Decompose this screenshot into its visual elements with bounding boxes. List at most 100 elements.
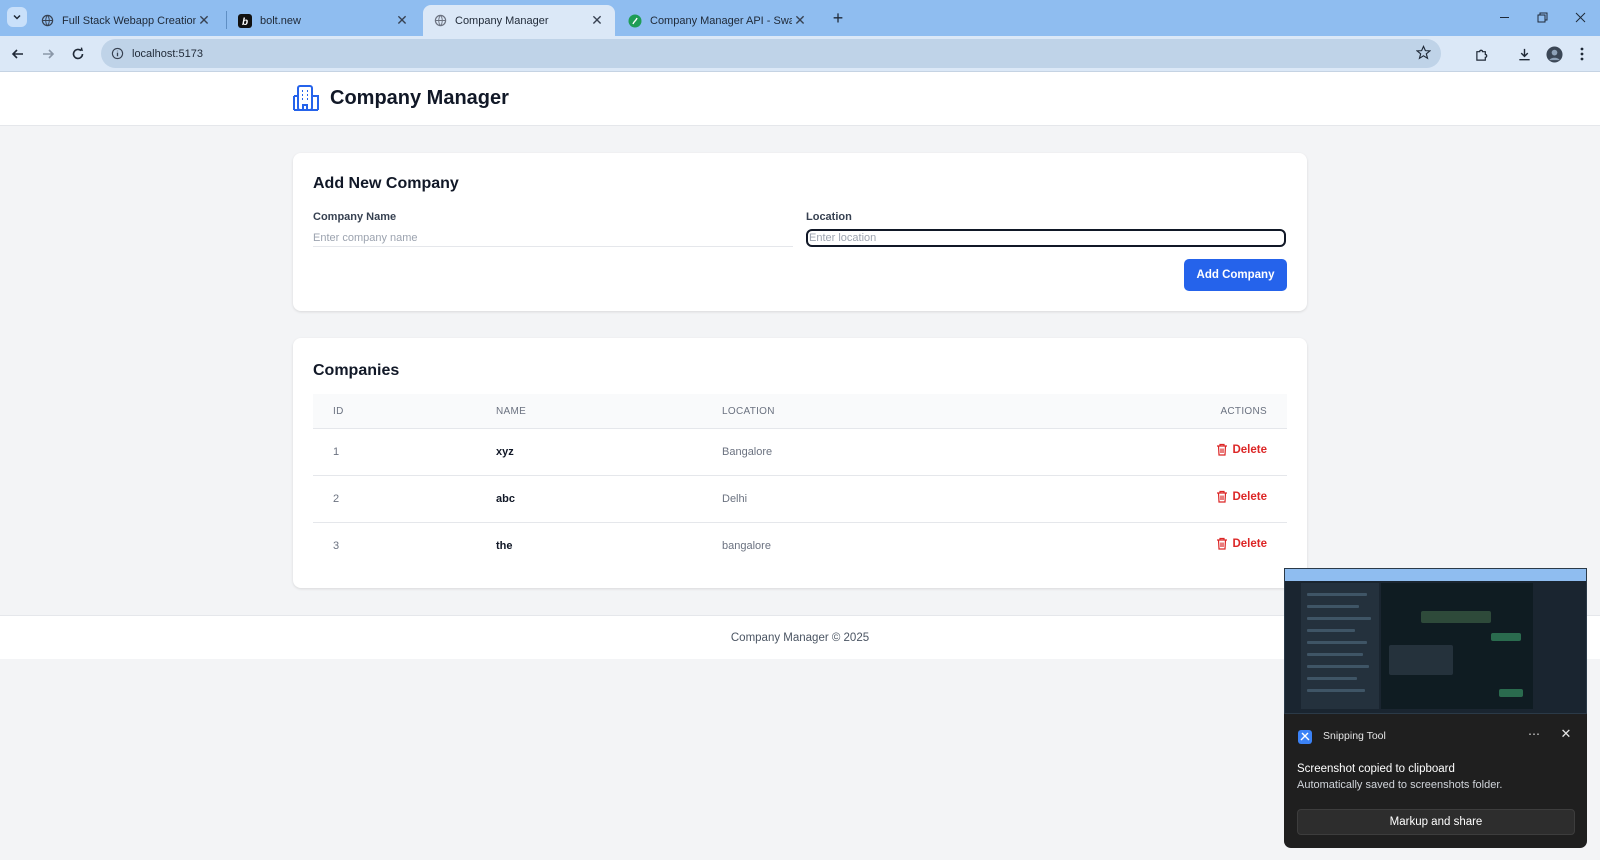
- close-tab-icon[interactable]: ✕: [589, 12, 605, 29]
- form-heading: Add New Company: [313, 175, 459, 192]
- minimize-icon: [1499, 16, 1509, 18]
- new-tab-button[interactable]: +: [828, 8, 848, 28]
- column-header-id: ID: [333, 406, 344, 417]
- tab-full-stack-webapp[interactable]: Full Stack Webapp Creation ✕: [30, 5, 222, 36]
- delete-button[interactable]: Delete: [1216, 490, 1267, 503]
- cell-id: 2: [333, 493, 340, 505]
- cell-location: bangalore: [722, 540, 771, 552]
- tab-swagger[interactable]: Company Manager API - Swagger UI ✕: [618, 5, 818, 36]
- chevron-down-icon: [13, 14, 21, 20]
- tab-search-button[interactable]: [7, 7, 27, 27]
- add-company-card: Add New Company Company Name Location Ad…: [293, 153, 1307, 311]
- close-tab-icon[interactable]: ✕: [196, 12, 212, 29]
- forward-button[interactable]: [37, 43, 59, 65]
- browser-toolbar: localhost:5173: [0, 36, 1600, 72]
- table-row: 2 abc Delhi Delete: [313, 475, 1287, 522]
- snipping-tool-notification: Snipping Tool ⋯ ✕ Screenshot copied to c…: [1284, 714, 1587, 848]
- puzzle-icon: [1475, 49, 1487, 61]
- back-button[interactable]: [7, 43, 29, 65]
- cell-id: 3: [333, 540, 340, 552]
- tab-title: Company Manager: [455, 14, 549, 27]
- table-row: 3 the bangalore Delete: [313, 522, 1287, 569]
- tab-company-manager[interactable]: Company Manager ✕: [423, 5, 615, 36]
- column-header-location: LOCATION: [722, 406, 775, 417]
- notification-title: Screenshot copied to clipboard: [1297, 763, 1455, 775]
- swagger-icon: [628, 14, 642, 28]
- snipping-tool-icon: [1298, 730, 1312, 744]
- avatar-icon: [1545, 45, 1563, 63]
- tab-title: Full Stack Webapp Creation: [62, 14, 196, 27]
- arrow-left-icon: [11, 49, 23, 59]
- tab-title: bolt.new: [260, 14, 301, 27]
- globe-icon: [433, 14, 447, 28]
- reload-icon: [72, 47, 84, 60]
- company-name-label: Company Name: [313, 211, 397, 223]
- cell-location: Bangalore: [722, 446, 773, 458]
- cell-name: the: [496, 540, 513, 552]
- company-name-input[interactable]: [313, 229, 793, 247]
- plus-icon: +: [832, 7, 844, 28]
- reload-button[interactable]: [67, 43, 89, 65]
- markup-and-share-button[interactable]: Markup and share: [1297, 809, 1575, 835]
- thumbnail-tab-strip: [1285, 569, 1586, 581]
- delete-label: Delete: [1232, 443, 1267, 456]
- bolt-icon: b: [238, 13, 252, 28]
- list-heading: Companies: [313, 362, 400, 379]
- column-header-name: NAME: [496, 406, 527, 417]
- building-icon: [293, 85, 319, 111]
- page-title: Company Manager: [330, 86, 509, 109]
- thumbnail-sidebar: [1301, 583, 1379, 709]
- companies-table: ID NAME LOCATION ACTIONS 1 xyz Bangalore…: [313, 394, 1287, 569]
- thumbnail-chat: [1381, 583, 1533, 709]
- companies-card: Companies ID NAME LOCATION ACTIONS 1 xyz…: [293, 338, 1307, 588]
- table-row: 1 xyz Bangalore Delete: [313, 428, 1287, 475]
- download-icon: [1518, 48, 1530, 60]
- column-header-actions: ACTIONS: [1220, 406, 1267, 417]
- app-header: Company Manager: [0, 72, 1600, 126]
- tab-bolt-new[interactable]: b bolt.new ✕: [228, 5, 420, 36]
- close-notification-icon[interactable]: ✕: [1556, 724, 1576, 744]
- table-header: ID NAME LOCATION ACTIONS: [313, 394, 1287, 428]
- site-info-icon[interactable]: [111, 47, 124, 60]
- tab-divider: [226, 11, 227, 29]
- trash-icon: [1217, 443, 1228, 456]
- profile-avatar[interactable]: [1544, 44, 1564, 64]
- url-text: localhost:5173: [132, 47, 203, 60]
- trash-icon: [1217, 537, 1228, 550]
- brand: Company Manager: [293, 84, 509, 112]
- close-icon: [1575, 12, 1585, 22]
- delete-button[interactable]: Delete: [1216, 443, 1267, 456]
- screenshot-thumbnail[interactable]: [1284, 568, 1587, 714]
- close-tab-icon[interactable]: ✕: [792, 12, 808, 29]
- location-label: Location: [806, 211, 852, 223]
- browser-menu-button[interactable]: [1572, 44, 1592, 64]
- extensions-button[interactable]: [1472, 44, 1492, 64]
- cell-location: Delhi: [722, 493, 748, 505]
- address-bar[interactable]: localhost:5173: [101, 39, 1441, 68]
- globe-icon: [40, 14, 54, 28]
- bookmark-star-icon[interactable]: [1416, 45, 1431, 60]
- tab-title: Company Manager API - Swagger UI: [650, 14, 792, 27]
- restore-button[interactable]: [1528, 6, 1556, 28]
- cell-name: xyz: [496, 446, 514, 458]
- add-company-button[interactable]: Add Company: [1184, 259, 1287, 291]
- delete-label: Delete: [1232, 537, 1267, 550]
- downloads-button[interactable]: [1514, 44, 1534, 64]
- location-input[interactable]: [806, 229, 1286, 247]
- restore-icon: [1537, 12, 1547, 22]
- trash-icon: [1217, 490, 1228, 503]
- svg-text:b: b: [242, 17, 248, 28]
- browser-tab-strip: Full Stack Webapp Creation ✕ b bolt.new …: [0, 0, 1600, 36]
- arrow-right-icon: [43, 49, 55, 59]
- delete-button[interactable]: Delete: [1216, 537, 1267, 550]
- delete-label: Delete: [1232, 490, 1267, 503]
- minimize-button[interactable]: [1490, 6, 1518, 28]
- notification-subtitle: Automatically saved to screenshots folde…: [1297, 779, 1503, 791]
- more-options-icon[interactable]: ⋯: [1524, 724, 1544, 744]
- more-vertical-icon: [1580, 47, 1584, 61]
- cell-name: abc: [496, 493, 515, 505]
- close-window-button[interactable]: [1566, 6, 1594, 28]
- footer-text: Company Manager © 2025: [730, 631, 870, 644]
- close-tab-icon[interactable]: ✕: [394, 12, 410, 29]
- cell-id: 1: [333, 446, 340, 458]
